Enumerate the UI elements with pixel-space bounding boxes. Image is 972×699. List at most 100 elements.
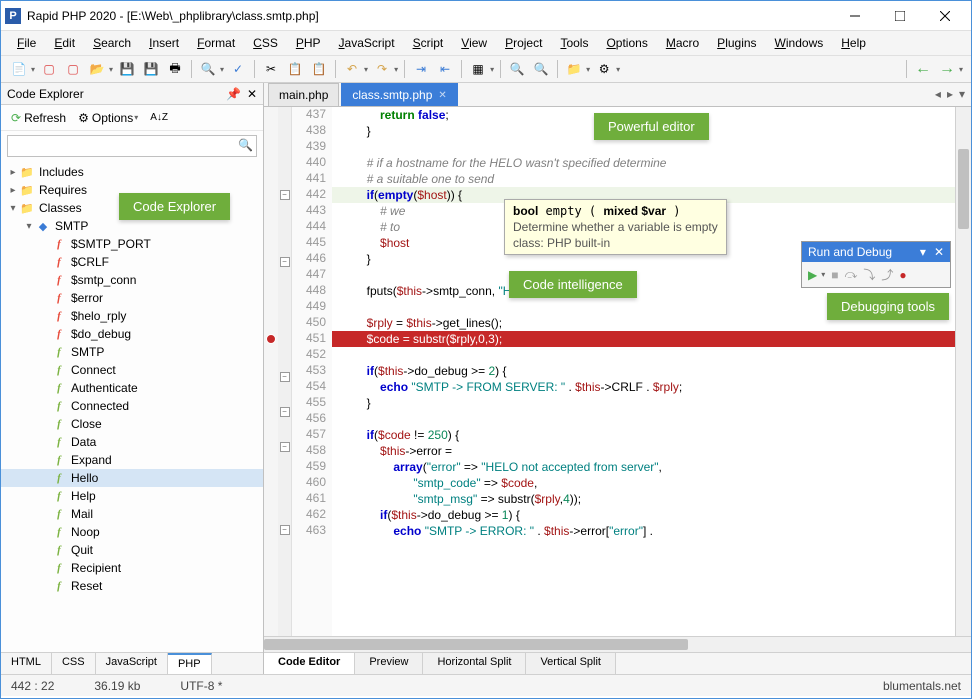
save-button[interactable]: 💾 [117,59,137,79]
tree-item[interactable]: fSMTP [1,343,263,361]
debug-panel-close-icon[interactable]: ✕ [934,245,944,259]
tree-item[interactable]: ▸📁Includes [1,163,263,181]
lang-tab-html[interactable]: HTML [1,653,52,674]
horizontal-scrollbar[interactable] [264,636,971,652]
code-viewport[interactable]: −−−−−− 437438439440441442443444445446447… [264,107,971,636]
tree-item[interactable]: fClose [1,415,263,433]
tree-item[interactable]: fAuthenticate [1,379,263,397]
editor-tab[interactable]: Vertical Split [526,653,616,674]
tree-item[interactable]: fReset [1,577,263,595]
tree-item[interactable]: f$CRLF [1,253,263,271]
menu-script[interactable]: Script [405,34,452,52]
new-html-button[interactable]: ▢ [39,59,59,79]
project-button[interactable]: 📁 [564,59,584,79]
search-button[interactable]: 🔍 [198,59,218,79]
menu-options[interactable]: Options [598,34,655,52]
new-css-button[interactable]: ▢ [63,59,83,79]
browser-button[interactable]: ▦ [468,59,488,79]
cut-button[interactable]: ✂ [261,59,281,79]
editor-tab[interactable]: Code Editor [264,653,355,674]
run-button[interactable]: ▶ [808,268,817,282]
find-button[interactable]: 🔍 [507,59,527,79]
menu-windows[interactable]: Windows [767,34,832,52]
settings-button[interactable]: ⚙ [594,59,614,79]
copy-button[interactable]: 📋 [285,59,305,79]
new-file-button[interactable]: 📄 [9,59,29,79]
tree-item[interactable]: fConnect [1,361,263,379]
debug-panel-header[interactable]: Run and Debug ▾ ✕ [802,242,950,262]
menu-search[interactable]: Search [85,34,139,52]
panel-close-icon[interactable]: ✕ [247,87,257,101]
menu-macro[interactable]: Macro [658,34,707,52]
lang-tab-css[interactable]: CSS [52,653,96,674]
file-tab[interactable]: class.smtp.php✕ [341,83,457,106]
menu-project[interactable]: Project [497,34,550,52]
save-all-button[interactable]: 💾 [141,59,161,79]
spellcheck-button[interactable]: ✓ [228,59,248,79]
tree-item[interactable]: fHelp [1,487,263,505]
tree-item[interactable]: fMail [1,505,263,523]
code-body[interactable]: return false; } # if a hostname for the … [332,107,971,636]
tree-item[interactable]: fConnected [1,397,263,415]
close-button[interactable] [922,2,967,30]
explorer-tree[interactable]: ▸📁Includes▸📁Requires▾📁Classes▾◆SMTPf$SMT… [1,161,263,652]
indent-button[interactable]: ⇥ [411,59,431,79]
tab-prev-icon[interactable]: ◂ [935,87,941,101]
nav-back-button[interactable]: ← [913,59,933,79]
redo-button[interactable]: ↷ [372,59,392,79]
breakpoint-gutter[interactable] [264,107,278,636]
tree-item[interactable]: fQuit [1,541,263,559]
print-button[interactable]: 🖶 [165,59,185,79]
paste-button[interactable]: 📋 [309,59,329,79]
options-button[interactable]: ⚙ Options ▾ [74,109,142,127]
minimize-button[interactable] [832,2,877,30]
tree-item[interactable]: fExpand [1,451,263,469]
step-out-button[interactable]: ⤴ [881,266,893,283]
menu-insert[interactable]: Insert [141,34,187,52]
tab-next-icon[interactable]: ▸ [947,87,953,101]
debug-panel-menu-icon[interactable]: ▾ [920,245,926,259]
menu-css[interactable]: CSS [245,34,286,52]
file-tab[interactable]: main.php [268,83,339,106]
lang-tab-javascript[interactable]: JavaScript [96,653,168,674]
step-into-button[interactable]: ⤵ [863,266,875,283]
menu-javascript[interactable]: JavaScript [331,34,403,52]
find-replace-button[interactable]: 🔍 [531,59,551,79]
tab-list-icon[interactable]: ▾ [959,87,965,101]
tree-item[interactable]: f$do_debug [1,325,263,343]
undo-button[interactable]: ↶ [342,59,362,79]
menu-file[interactable]: File [9,34,44,52]
menu-format[interactable]: Format [189,34,243,52]
tree-item[interactable]: f$smtp_conn [1,271,263,289]
lang-tab-php[interactable]: PHP [168,653,212,674]
menu-plugins[interactable]: Plugins [709,34,764,52]
editor-tab[interactable]: Preview [355,653,423,674]
tree-item[interactable]: f$SMTP_PORT [1,235,263,253]
pin-icon[interactable]: 📌 [226,87,241,101]
step-over-button[interactable]: ⤼ [845,267,858,282]
refresh-button[interactable]: ⟳ Refresh [7,109,70,127]
outdent-button[interactable]: ⇤ [435,59,455,79]
debug-panel[interactable]: Run and Debug ▾ ✕ ▶ ▾ ■ ⤼ ⤵ ⤴ ● [801,241,951,288]
vertical-scrollbar[interactable] [955,107,971,636]
tree-item[interactable]: fHello [1,469,263,487]
tree-item[interactable]: f$error [1,289,263,307]
menu-view[interactable]: View [453,34,495,52]
nav-forward-button[interactable]: → [937,59,957,79]
tree-item[interactable]: f$helo_rply [1,307,263,325]
search-icon[interactable]: 🔍 [238,138,253,152]
tree-item[interactable]: fData [1,433,263,451]
tree-item[interactable]: fRecipient [1,559,263,577]
open-button[interactable]: 📂 [87,59,107,79]
menu-tools[interactable]: Tools [552,34,596,52]
tree-item[interactable]: fNoop [1,523,263,541]
menu-edit[interactable]: Edit [46,34,83,52]
fold-gutter[interactable]: −−−−−− [278,107,292,636]
menu-php[interactable]: PHP [288,34,329,52]
record-button[interactable]: ● [899,268,906,282]
maximize-button[interactable] [877,2,922,30]
menu-help[interactable]: Help [833,34,874,52]
sort-button[interactable]: A↓Z [146,110,172,125]
editor-tab[interactable]: Horizontal Split [423,653,526,674]
stop-button[interactable]: ■ [831,268,838,282]
